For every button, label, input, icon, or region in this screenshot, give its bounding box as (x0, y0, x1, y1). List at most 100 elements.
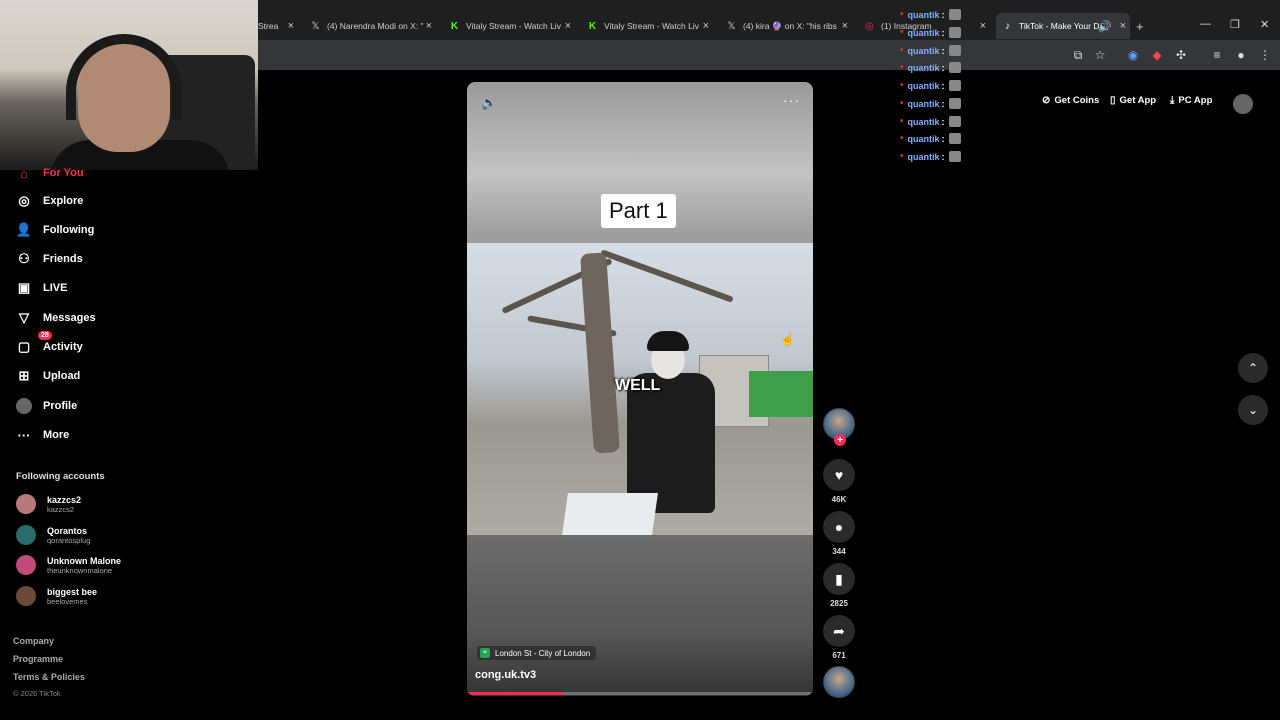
sidebar-item-label: For You (43, 167, 84, 179)
like-button[interactable]: ♥ 46K (823, 459, 855, 504)
sidebar-item-following[interactable]: 👤 Following (16, 220, 94, 240)
account-item[interactable]: kazzcs2 kazzcs2 (16, 491, 81, 517)
tab-7[interactable]: ♪ TikTok - Make Your Da 🔊 × (996, 13, 1130, 39)
sidebar-item-label: Messages (43, 312, 96, 324)
media-icon[interactable]: ≡ (1209, 47, 1225, 63)
account-name: biggest bee (47, 586, 98, 597)
get-coins-button[interactable]: ⊘ Get Coins (1042, 95, 1099, 106)
account-item[interactable]: Unknown Malone theunknownmalone (16, 552, 121, 578)
save-button[interactable]: ▮ 2825 (823, 563, 855, 608)
chat-emote-icon (948, 116, 961, 127)
footer-link-terms[interactable]: Terms & Policies (13, 672, 85, 682)
sidebar-item-live[interactable]: ▣ LIVE (16, 278, 68, 298)
video-caption: WELL (615, 377, 661, 394)
sidebar-item-for-you[interactable]: ⌂ For You (16, 163, 84, 183)
footer-link-company[interactable]: Company (13, 636, 54, 646)
previous-video-button[interactable]: ⌃ (1238, 353, 1268, 383)
footer-link-programme[interactable]: Programme (13, 654, 63, 664)
sidebar-item-friends[interactable]: ⚇ Friends (16, 249, 83, 269)
tab-3[interactable]: K Vitaly Stream - Watch Liv × (443, 13, 575, 39)
profile-avatar-icon[interactable]: ● (1233, 47, 1249, 63)
tab-1[interactable]: Strea × (258, 13, 298, 39)
menu-icon[interactable]: ⋮ (1257, 47, 1273, 63)
chat-line: • quantik: (900, 98, 961, 109)
location-tag[interactable]: ⌖ London St - City of London (477, 646, 597, 660)
tab-2[interactable]: 𝕏 (4) Narendra Modi on X: " × (304, 13, 436, 39)
pc-app-button[interactable]: ⤓ PC App (1170, 95, 1212, 106)
close-icon[interactable]: × (426, 20, 432, 32)
following-accounts-title: Following accounts (16, 471, 105, 482)
sidebar-item-label: More (43, 429, 70, 441)
bookmark-star-icon[interactable]: ☆ (1092, 47, 1108, 63)
video-author[interactable]: cong.uk.tv3 (475, 669, 536, 681)
avatar (16, 494, 36, 514)
close-icon[interactable]: × (1120, 20, 1126, 32)
chat-emote-icon (948, 151, 961, 162)
sidebar-item-label: Following (43, 224, 95, 236)
follow-plus-icon[interactable]: + (834, 434, 846, 446)
comment-button[interactable]: ● 344 (823, 511, 855, 556)
video-progress-bar[interactable] (467, 692, 813, 695)
chat-separator: : (941, 45, 945, 56)
close-icon[interactable]: × (288, 20, 294, 32)
pc-app-label: PC App (1178, 95, 1213, 106)
chevron-down-icon: ⌄ (1247, 403, 1259, 417)
sidebar-item-upload[interactable]: ⊞ Upload (16, 366, 81, 386)
close-icon[interactable]: × (565, 20, 571, 32)
chat-username: quantik (907, 9, 940, 20)
account-name: kazzcs2 (47, 494, 82, 505)
tab-5[interactable]: 𝕏 (4) kira 🔮 on X: "his ribs × (720, 13, 852, 39)
puzzle-icon[interactable]: ✣ (1173, 47, 1189, 63)
extension-icon[interactable]: ◉ (1125, 47, 1141, 63)
more-options-icon[interactable]: ··· (783, 92, 800, 108)
sidebar-item-activity[interactable]: ▢ 28 Activity (16, 331, 83, 357)
minimize-icon[interactable]: — (1200, 18, 1211, 30)
crate (562, 493, 658, 535)
close-icon[interactable]: × (703, 20, 709, 32)
chat-line: • quantik: (900, 45, 961, 56)
sidebar-item-label: Upload (43, 370, 81, 382)
tab-4[interactable]: K Vitaly Stream - Watch Liv × (581, 13, 713, 39)
account-item[interactable]: biggest bee beelovemes (16, 583, 97, 609)
chat-separator: : (941, 9, 945, 20)
download-icon: ⤓ (1170, 95, 1175, 106)
chat-username: quantik (907, 62, 940, 73)
music-disc-avatar[interactable] (823, 666, 855, 698)
user-avatar[interactable] (1233, 94, 1253, 114)
chat-line: • quantik: (900, 116, 961, 127)
close-icon[interactable]: × (842, 20, 848, 32)
chat-username: quantik (907, 116, 940, 127)
video-player[interactable]: 🔈 ··· Part 1 WELL ⌖ London St - City of L… (467, 82, 813, 696)
chat-username: quantik (907, 133, 940, 144)
extension-icon[interactable]: ◆ (1149, 47, 1165, 63)
share-button[interactable]: ➦ 671 (823, 615, 855, 660)
avatar (16, 525, 36, 545)
new-tab-button[interactable]: + (1136, 13, 1152, 39)
headphones (66, 34, 182, 120)
next-video-button[interactable]: ⌄ (1238, 395, 1268, 425)
instagram-icon: ◎ (865, 20, 874, 32)
copyright: © 2026 TikTok (13, 689, 61, 698)
speaker-icon[interactable]: 🔊 (1098, 20, 1112, 33)
sidebar-item-profile[interactable]: Profile (16, 396, 77, 416)
volume-icon[interactable]: 🔈 (481, 95, 497, 111)
sidebar-item-more[interactable]: ··· More (16, 425, 70, 445)
tab-title: (4) kira 🔮 on X: "his ribs (743, 20, 837, 31)
chat-dot-icon: • (900, 45, 904, 56)
chevron-up-icon: ⌃ (1247, 361, 1259, 375)
tiktok-icon: ♪ (1005, 20, 1010, 32)
account-item[interactable]: Qorantos qorantosplug (16, 522, 90, 548)
chat-dot-icon: • (900, 98, 904, 109)
sidebar-item-messages[interactable]: ▽ Messages (16, 308, 96, 328)
x-icon: 𝕏 (311, 20, 320, 32)
chat-line: • quantik: (900, 133, 961, 144)
sidebar-item-explore[interactable]: ◎ Explore (16, 191, 83, 211)
cast-icon[interactable]: ⧉ (1070, 47, 1086, 63)
close-icon[interactable]: × (980, 20, 986, 32)
chat-emote-icon (948, 62, 961, 73)
get-app-button[interactable]: ▯ Get App (1110, 95, 1156, 106)
account-name: Unknown Malone (47, 555, 121, 566)
window-close-icon[interactable]: ✕ (1260, 18, 1269, 31)
sidebar-item-label: Explore (43, 195, 84, 207)
restore-icon[interactable]: ❐ (1230, 18, 1240, 31)
